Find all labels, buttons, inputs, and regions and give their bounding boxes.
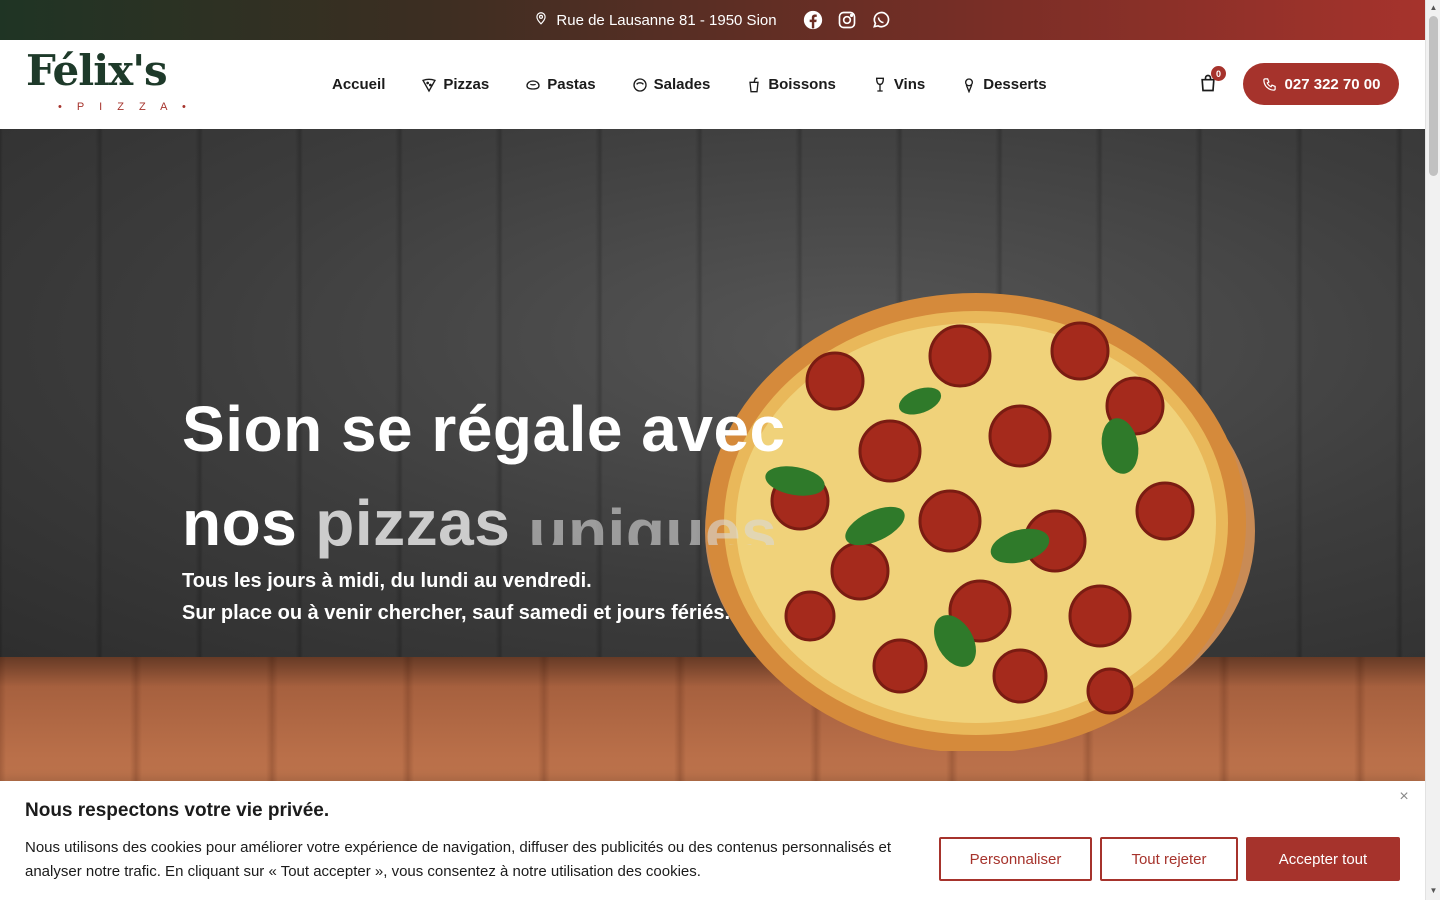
hero-rotating-word-next: uniques (528, 496, 778, 545)
phone-call-button[interactable]: 027 322 70 00 (1243, 63, 1399, 105)
pasta-icon (525, 77, 541, 93)
hero-heading-line2: nos pizzas uniques (182, 476, 786, 570)
nav-label: Vins (893, 76, 926, 93)
salad-bowl-icon (632, 77, 648, 93)
address: Rue de Lausanne 81 - 1950 Sion (534, 10, 777, 30)
hero-heading: Sion se régale avec nos pizzas uniques (182, 382, 786, 570)
cookie-banner: Nous respectons votre vie privée. Nous u… (0, 781, 1425, 900)
hero-rotating-word: pizzas (315, 487, 511, 559)
scroll-up-arrow-icon[interactable]: ▲ (1429, 3, 1438, 12)
nav-item-salades[interactable]: Salades (632, 76, 711, 93)
address-text: Rue de Lausanne 81 - 1950 Sion (556, 11, 777, 29)
hero-heading-line1: Sion se régale avec (182, 393, 786, 465)
top-bar: Rue de Lausanne 81 - 1950 Sion (0, 0, 1425, 40)
map-pin-icon (534, 10, 548, 30)
customize-button[interactable]: Personnaliser (939, 837, 1092, 881)
nav-label: Pizzas (443, 76, 490, 93)
nav-item-pastas[interactable]: Pastas (525, 76, 596, 93)
reject-all-button[interactable]: Tout rejeter (1100, 837, 1238, 881)
page-scrollbar[interactable]: ▲ ▼ (1425, 0, 1440, 900)
accept-all-button[interactable]: Accepter tout (1246, 837, 1400, 881)
nav-item-pizzas[interactable]: Pizzas (421, 76, 489, 93)
nav-label: Pastas (547, 76, 596, 93)
nav-label: Accueil (332, 76, 386, 93)
instagram-icon[interactable] (837, 10, 857, 30)
nav-item-vins[interactable]: Vins (872, 76, 925, 93)
logo-subtitle: • P I Z Z A • (58, 101, 192, 113)
nav-item-accueil[interactable]: Accueil (332, 76, 385, 93)
cart-button[interactable]: 0 (1198, 66, 1226, 96)
scrollbar-thumb[interactable] (1429, 16, 1438, 176)
social-links (803, 10, 891, 30)
hero-subtitle: Tous les jours à midi, du lundi au vendr… (182, 565, 730, 629)
pizza-slice-icon (421, 77, 437, 93)
cookie-title: Nous respectons votre vie privée. (25, 800, 330, 821)
drink-cup-icon (746, 77, 762, 93)
phone-icon (1262, 77, 1277, 92)
cookie-text: Nous utilisons des cookies pour améliore… (25, 839, 892, 880)
nav-label: Desserts (983, 76, 1047, 93)
phone-number: 027 322 70 00 (1284, 75, 1381, 93)
whatsapp-icon[interactable] (871, 10, 891, 30)
hero-subtitle-line2: Sur place ou à venir chercher, sauf same… (182, 602, 731, 624)
hero-subtitle-line1: Tous les jours à midi, du lundi au vendr… (182, 570, 592, 592)
site-header: Félix's • P I Z Z A • Accueil Pizzas Pas… (0, 40, 1425, 129)
facebook-icon[interactable] (803, 10, 823, 30)
logo[interactable]: Félix's • P I Z Z A • (26, 46, 186, 118)
cart-count-badge: 0 (1211, 66, 1226, 81)
hero-word-nos: nos (182, 487, 298, 559)
logo-wordmark: Félix's (26, 46, 168, 95)
nav-item-desserts[interactable]: Desserts (961, 76, 1047, 93)
close-icon[interactable]: × (1396, 789, 1412, 805)
ice-cream-icon (961, 77, 977, 93)
main-nav: Accueil Pizzas Pastas Salades Boissons V… (332, 40, 1047, 129)
nav-item-boissons[interactable]: Boissons (746, 76, 836, 93)
scroll-down-arrow-icon[interactable]: ▼ (1429, 886, 1438, 895)
nav-label: Boissons (768, 76, 836, 93)
wine-glass-icon (872, 77, 888, 93)
nav-label: Salades (653, 76, 711, 93)
